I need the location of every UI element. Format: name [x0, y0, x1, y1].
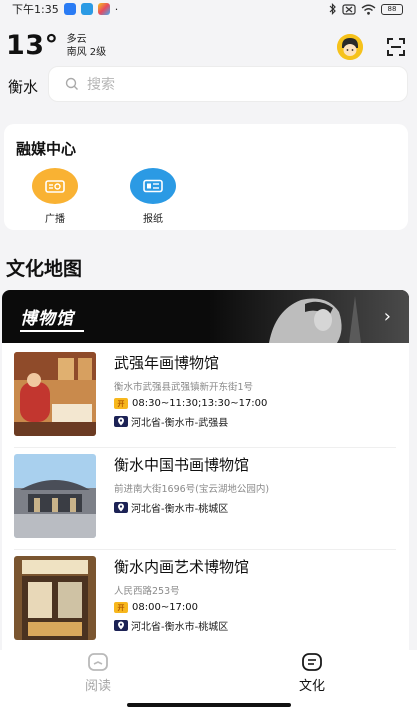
region-row: 河北省-衡水市-武强县 [114, 414, 394, 429]
home-indicator[interactable] [127, 703, 291, 707]
museum-info: 衡水内画艺术博物馆 人民西路253号 开 08:00~17:00 河北省-衡水市… [114, 556, 394, 633]
museum-name: 衡水内画艺术博物馆 [114, 558, 250, 576]
chevron-right-icon[interactable]: › [384, 306, 391, 327]
search-placeholder: 搜索 [87, 77, 115, 93]
weather-detail: 多云 南风 2级 [67, 33, 107, 59]
museum-address: 衡水市武强县武强镇新开东街1号 [114, 382, 254, 393]
media-item-label: 广播 [45, 214, 65, 225]
museum-thumbnail [14, 454, 96, 538]
scan-icon[interactable] [386, 37, 406, 57]
media-item-label: 报纸 [143, 214, 163, 225]
nav-read[interactable]: 阅读 [68, 652, 128, 694]
museum-list-item[interactable]: 衡水内画艺术博物馆 人民西路253号 开 08:00~17:00 河北省-衡水市… [14, 556, 396, 642]
banner-title: 博物馆 [20, 309, 74, 329]
statue-image [209, 290, 409, 343]
museum-banner[interactable]: 博物馆 › [2, 290, 409, 343]
nav-label: 阅读 [84, 679, 111, 694]
museum-panel: 博物馆 › 武强年画博物馆 衡水市武强县武强镇新开东街1号 开 08:30~11… [2, 290, 409, 650]
status-left: 下午1:35 · [12, 1, 118, 17]
nav-label: 文化 [298, 679, 325, 694]
bottom-nav: 阅读 文化 [0, 650, 417, 718]
read-icon [88, 653, 108, 671]
mute-icon [342, 3, 356, 15]
search-input[interactable]: 搜索 [48, 66, 408, 102]
more-dot: · [114, 2, 119, 16]
weather-wind: 南风 2级 [66, 46, 107, 58]
culture-map-title: 文化地图 [6, 258, 83, 280]
avatar-face-icon [337, 34, 363, 60]
museum-thumbnail [14, 352, 96, 436]
status-bar: 下午1:35 · 88 [0, 0, 417, 18]
app-notification-icon [63, 3, 76, 15]
cloud-notification-icon [80, 3, 93, 15]
status-time: 下午1:35 [12, 3, 59, 16]
hours-icon: 开 [114, 398, 128, 409]
museum-list-item[interactable]: 武强年画博物馆 衡水市武强县武强镇新开东街1号 开 08:30~11:30;13… [14, 352, 396, 448]
hours-row: 开 08:00~17:00 [114, 602, 394, 613]
location-pin-icon [114, 620, 128, 631]
museum-address: 前进南大街1696号(宝云湖地公园内) [114, 484, 270, 495]
media-center-title: 融媒中心 [16, 140, 77, 158]
museum-region: 河北省-衡水市-桃城区 [131, 504, 229, 515]
status-right: 88 [329, 3, 403, 15]
gallery-notification-icon [97, 3, 110, 15]
culture-icon [302, 653, 322, 671]
museum-hours: 08:00~17:00 [132, 602, 199, 613]
weather-condition: 多云 [66, 33, 87, 45]
museum-region: 河北省-衡水市-桃城区 [131, 622, 229, 633]
museum-info: 武强年画博物馆 衡水市武强县武强镇新开东街1号 开 08:30~11:30;13… [114, 352, 394, 429]
museum-region: 河北省-衡水市-武强县 [131, 418, 229, 429]
media-center-card: 融媒中心 广播 报纸 [4, 124, 408, 230]
radio-icon [32, 168, 78, 204]
location-pin-icon [114, 502, 128, 513]
media-item-radio[interactable]: 广播 [25, 168, 85, 225]
city-selector[interactable]: 衡水 [8, 76, 38, 97]
battery-icon: 88 [381, 3, 403, 15]
hours-icon: 开 [114, 602, 128, 613]
hours-row: 开 08:30~11:30;13:30~17:00 [114, 398, 394, 409]
search-icon [65, 77, 78, 90]
museum-address: 人民西路253号 [114, 586, 180, 597]
wifi-icon [361, 4, 376, 15]
location-pin-icon [114, 416, 128, 427]
museum-list-item[interactable]: 衡水中国书画博物馆 前进南大街1696号(宝云湖地公园内) 河北省-衡水市-桃城… [14, 454, 396, 550]
nav-culture[interactable]: 文化 [282, 652, 342, 694]
bluetooth-icon [329, 3, 336, 15]
museum-name: 武强年画博物馆 [114, 354, 220, 372]
battery-level: 88 [387, 4, 397, 13]
region-row: 河北省-衡水市-桃城区 [114, 618, 394, 633]
museum-info: 衡水中国书画博物馆 前进南大街1696号(宝云湖地公园内) 河北省-衡水市-桃城… [114, 454, 394, 515]
temperature: 13° [6, 30, 59, 61]
avatar[interactable] [337, 34, 363, 60]
museum-thumbnail [14, 556, 96, 640]
museum-hours: 08:30~11:30;13:30~17:00 [132, 398, 268, 409]
region-row: 河北省-衡水市-桃城区 [114, 500, 394, 515]
weather-widget[interactable]: 13° 多云 南风 2级 [6, 30, 106, 61]
media-item-newspaper[interactable]: 报纸 [123, 168, 183, 225]
museum-name: 衡水中国书画博物馆 [114, 456, 250, 474]
banner-underline [20, 330, 84, 332]
newspaper-icon [130, 168, 176, 204]
